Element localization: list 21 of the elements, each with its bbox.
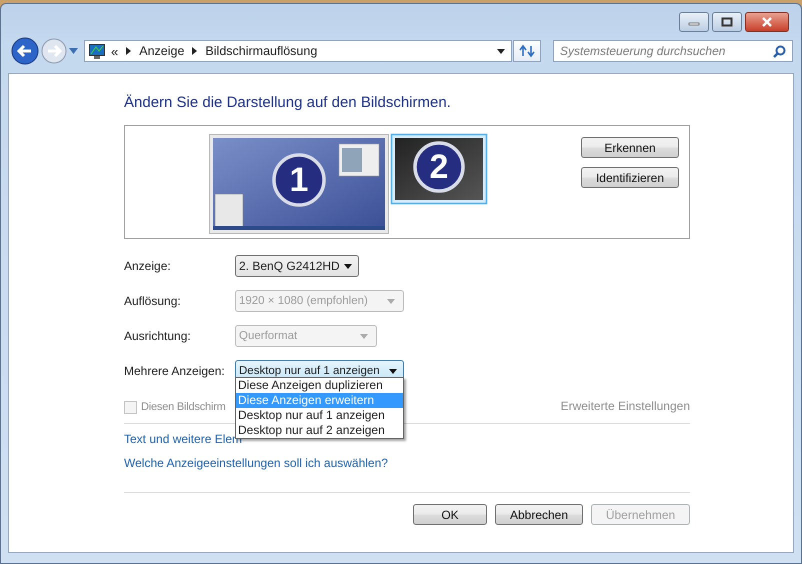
monitor-drawing[interactable]: 2: [390, 134, 488, 204]
dialog-button[interactable]: OK: [413, 504, 487, 525]
setting-label: Mehrere Anzeigen:: [124, 364, 226, 378]
dropdown[interactable]: 2. BenQ G2412HD: [235, 255, 359, 277]
search-field[interactable]: Systemsteuerung durchsuchen: [553, 40, 793, 62]
breadcrumb[interactable]: Bildschirmauflösung: [205, 44, 318, 58]
setting-label: Ausrichtung:: [124, 329, 192, 343]
overflow-chevron[interactable]: «: [111, 44, 118, 58]
dropdown-option[interactable]: Desktop nur auf 1 anzeigen: [236, 408, 403, 423]
setting-label: Anzeige:: [124, 259, 172, 273]
breadcrumb[interactable]: Anzeige: [139, 44, 184, 58]
monitor-drawing[interactable]: 1: [209, 134, 389, 234]
dropdown-option[interactable]: Desktop nur auf 2 anzeigen: [236, 423, 403, 438]
page-heading: Ändern Sie die Darstellung auf den Bildschirmen.: [124, 94, 452, 113]
address-bar[interactable]: « Anzeige Bildschirmauflösung: [84, 40, 512, 62]
monitor-button[interactable]: Identifizieren: [581, 167, 679, 188]
dialog-button[interactable]: Abbrechen: [495, 504, 583, 525]
setting-label: Auflösung:: [124, 294, 182, 308]
help-link[interactable]: Welche Anzeigeeinstellungen soll ich auswählen?: [124, 456, 388, 470]
checkbox-label: Diesen Bildschirm: [141, 401, 226, 413]
monitor-button[interactable]: Erkennen: [581, 137, 679, 158]
